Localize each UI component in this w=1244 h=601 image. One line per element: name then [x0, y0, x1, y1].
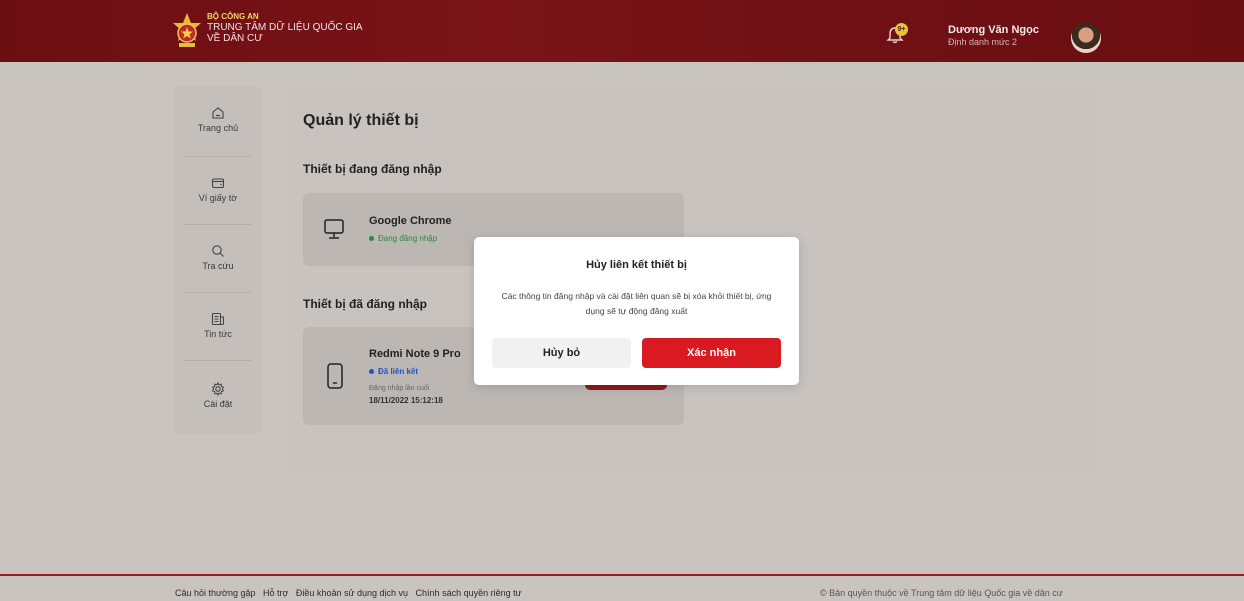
org-line-3: VỀ DÂN CƯ	[207, 33, 263, 44]
past-device-status-text: Đã liên kết	[378, 367, 419, 376]
home-icon	[212, 107, 224, 119]
sidebar-item-label: Trang chủ	[197, 123, 239, 133]
status-dot	[369, 369, 374, 375]
dialog-title: Hủy liên kết thiết bị	[586, 259, 687, 271]
phone-icon	[327, 363, 343, 389]
user-level: Định danh mức 2	[948, 37, 1018, 47]
sidebar-item-label: Ví giấy tờ	[198, 193, 238, 203]
sidebar-item-news[interactable]: Tin tức	[174, 312, 262, 339]
footer-link-terms[interactable]: Điều khoản sử dụng dịch vụ	[296, 588, 408, 598]
police-emblem-icon[interactable]	[172, 12, 202, 50]
sidebar-item-home[interactable]: Trang chủ	[174, 106, 262, 133]
confirm-button[interactable]: Xác nhận	[642, 338, 781, 368]
sidebar-item-label: Cài đặt	[203, 399, 233, 409]
org-line-2: TRUNG TÂM DỮ LIỆU QUỐC GIA	[207, 22, 363, 33]
wallet-icon	[211, 178, 225, 189]
footer-divider	[0, 574, 1244, 576]
cancel-button[interactable]: Hủy bỏ	[492, 338, 631, 368]
sidebar-divider	[184, 156, 252, 157]
footer-links: Câu hỏi thường gặp Hỗ trợ Điều khoản sử …	[175, 588, 527, 598]
last-login-label: Đăng nhập lần cuối	[369, 385, 430, 392]
footer-link-privacy[interactable]: Chính sách quyền riêng tư	[416, 588, 522, 598]
status-dot	[369, 236, 374, 242]
unlink-device-dialog: Hủy liên kết thiết bị Các thông tin đăng…	[474, 237, 799, 385]
past-devices-heading: Thiết bị đã đăng nhập	[303, 297, 427, 311]
footer-link-faq[interactable]: Câu hỏi thường gặp	[175, 588, 255, 598]
org-line-1: BỘ CÔNG AN	[207, 12, 259, 21]
org-name[interactable]: BỘ CÔNG AN TRUNG TÂM DỮ LIỆU QUỐC GIA VỀ…	[207, 12, 363, 44]
copyright-text: © Bản quyền thuộc về Trung tâm dữ liệu Q…	[820, 588, 1063, 598]
sidebar-divider	[184, 224, 252, 225]
sidebar-item-settings[interactable]: Cài đặt	[174, 382, 262, 409]
sidebar-divider	[184, 292, 252, 293]
sidebar-item-label: Tin tức	[204, 329, 232, 339]
sidebar-divider	[184, 360, 252, 361]
top-header: BỘ CÔNG AN TRUNG TÂM DỮ LIỆU QUỐC GIA VỀ…	[0, 0, 1244, 62]
current-device-status-text: Đang đăng nhập	[378, 234, 438, 243]
user-name[interactable]: Dương Văn Ngọc	[948, 24, 1039, 36]
monitor-icon	[324, 219, 344, 239]
sidebar-item-search[interactable]: Tra cứu	[174, 244, 262, 271]
avatar[interactable]	[1071, 23, 1101, 53]
search-icon	[212, 245, 224, 257]
sidebar-item-label: Tra cứu	[202, 261, 234, 271]
current-devices-heading: Thiết bị đang đăng nhập	[303, 162, 442, 176]
last-login-time: 18/11/2022 15:12:18	[369, 396, 443, 405]
notification-badge: 9+	[895, 23, 908, 36]
dialog-message: Các thông tin đăng nhập và cài đặt liên …	[501, 291, 772, 316]
sidebar: Trang chủ Ví giấy tờ Tra cứu Tin tức Cài…	[174, 86, 262, 434]
past-device-status: Đã liên kết	[369, 367, 418, 376]
gear-icon	[211, 382, 225, 396]
footer-link-support[interactable]: Hỗ trợ	[263, 588, 288, 598]
sidebar-item-wallet[interactable]: Ví giấy tờ	[174, 176, 262, 203]
current-device-status: Đang đăng nhập	[369, 234, 437, 243]
page-title: Quản lý thiết bị	[303, 112, 419, 129]
news-icon	[211, 312, 225, 326]
past-device-name: Redmi Note 9 Pro	[369, 348, 461, 360]
current-device-name: Google Chrome	[369, 215, 452, 227]
